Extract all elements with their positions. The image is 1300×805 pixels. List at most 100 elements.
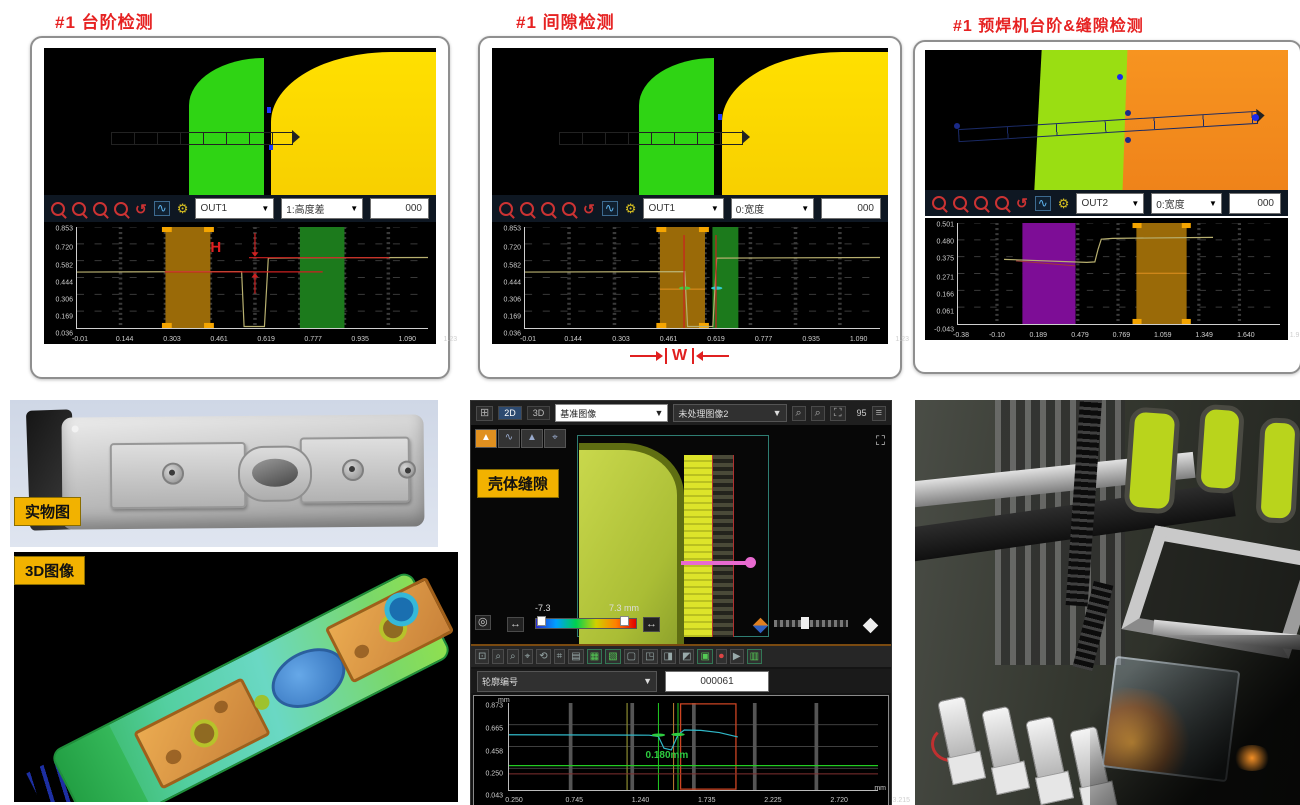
overlay-icon[interactable]: ▧	[605, 649, 620, 664]
scale-handle[interactable]	[537, 616, 546, 626]
export-icon[interactable]: ▣	[697, 649, 712, 664]
measure-roi-arrow[interactable]	[111, 132, 293, 145]
gap-measure-arrow[interactable]	[681, 561, 747, 565]
x-tick: 0.745	[565, 797, 583, 804]
report-icon[interactable]: ▥	[747, 649, 762, 664]
cursor-icon[interactable]: ⌖	[544, 429, 566, 448]
frame-icon[interactable]: ▢	[624, 649, 639, 664]
compare-icon[interactable]: ◩	[679, 649, 694, 664]
zoom-fit-icon[interactable]	[974, 196, 988, 210]
measure-roi-arrow[interactable]	[559, 132, 743, 145]
profile-icon[interactable]: ∿	[154, 201, 170, 216]
zoom-out-icon[interactable]: ⌕	[507, 649, 519, 664]
roi-handle-dot[interactable]	[1125, 110, 1131, 116]
part-corner-image	[579, 443, 684, 644]
scale-handle[interactable]	[620, 616, 629, 626]
roi-rect-purple[interactable]	[1022, 223, 1075, 324]
zoom-in-icon[interactable]	[499, 202, 513, 216]
position-slider[interactable]	[774, 620, 848, 627]
zoom-in-icon[interactable]: ⌕	[492, 649, 504, 664]
zoom-fit-icon[interactable]	[93, 202, 107, 216]
safety-window	[1195, 404, 1245, 495]
mode-select[interactable]: 0:宽度▼	[1151, 193, 1222, 214]
step-plot-area: H	[76, 227, 428, 329]
target-icon[interactable]: ◎	[475, 615, 491, 630]
mode-select[interactable]: 1:高度差▼	[281, 198, 363, 219]
mode-select[interactable]: 0:宽度▼	[731, 198, 814, 219]
zoom-in-icon[interactable]	[51, 202, 65, 216]
settings-gear-icon[interactable]: ⚙	[177, 202, 189, 215]
zoom-in-icon[interactable]	[932, 196, 946, 210]
zoom-fit-icon[interactable]	[541, 202, 555, 216]
output-select[interactable]: OUT1▼	[643, 198, 723, 219]
layer-icon[interactable]: ▦	[587, 649, 602, 664]
preweld-panel: ↺ ∿ ⚙ OUT2▼ 0:宽度▼ 000 0.501 0.480 0.375 …	[913, 40, 1300, 374]
zoom-out-icon[interactable]	[72, 202, 86, 216]
zoom-out-icon[interactable]: ⌕	[811, 406, 825, 421]
expand-icon[interactable]: ⛶	[876, 433, 885, 449]
x-tick: 0.303	[612, 336, 630, 343]
height-annotation: H	[210, 239, 221, 256]
step-panel: ↺ ∿ ⚙ OUT1▼ 1:高度差▼ 000 0.853 0.720 0.582…	[30, 36, 450, 379]
pan-icon[interactable]: ⌖	[522, 649, 534, 664]
zoom-area-icon[interactable]	[114, 202, 128, 216]
roi-handle-dot[interactable]	[1125, 137, 1131, 143]
roi-rect-orange[interactable]	[660, 227, 705, 328]
undo-icon[interactable]: ↺	[135, 202, 147, 216]
slider-handle[interactable]	[801, 617, 809, 629]
histogram-icon[interactable]: ∿	[498, 429, 520, 448]
color-scale-bar[interactable]	[535, 618, 637, 629]
user-icon[interactable]: ≡	[872, 406, 886, 421]
y-tick: 0.582	[44, 262, 73, 269]
app-image-view: ▲ ∿ ▲ ⌖ 壳体缝隙 ⛶ ◎ ↔ -7.3 7.3 mm ↔	[471, 425, 891, 646]
settings-gear-icon[interactable]: ⚙	[1058, 197, 1070, 210]
roi-rect-orange[interactable]	[165, 227, 210, 328]
grid-icon[interactable]: ▤	[568, 649, 583, 664]
profile-icon[interactable]: ∿	[602, 201, 618, 216]
select-icon[interactable]: ⊡	[475, 649, 489, 664]
play-icon[interactable]: ▶	[730, 649, 744, 664]
tab-3d[interactable]: 3D	[527, 406, 551, 420]
roi-handle-dot[interactable]	[954, 123, 960, 129]
zoom-out-icon[interactable]	[953, 196, 967, 210]
tab-2d[interactable]: 2D	[498, 406, 522, 420]
contour-select[interactable]: 轮廓编号▼	[477, 671, 657, 692]
range-left-icon[interactable]: ↔	[507, 617, 524, 632]
value-field[interactable]: 000	[1229, 193, 1281, 214]
undo-icon[interactable]: ↺	[1016, 196, 1028, 210]
palette-icon[interactable]: ▲	[475, 429, 497, 448]
zoom-in-icon[interactable]: ⌕	[792, 406, 806, 421]
measure-hatch-band	[712, 455, 734, 637]
profile-icon[interactable]: ∿	[1035, 196, 1051, 211]
split-icon[interactable]: ◨	[661, 649, 676, 664]
undo-icon[interactable]: ↺	[583, 202, 595, 216]
settings-gear-icon[interactable]: ⚙	[625, 202, 637, 215]
measure-icon[interactable]: ⌗	[554, 649, 566, 664]
marker-diamond-icon[interactable]	[863, 618, 879, 634]
rotate-icon[interactable]: ⟲	[536, 649, 550, 664]
zoom-area-icon[interactable]	[562, 202, 576, 216]
fit-screen-icon[interactable]: ⛶	[830, 406, 846, 421]
edge-speck	[718, 114, 722, 120]
image-select[interactable]: 基准图像▼	[555, 404, 668, 422]
zoom-out-icon[interactable]	[520, 202, 534, 216]
grid-icon[interactable]: ⊞	[476, 406, 493, 421]
x-tick: -0.38	[953, 332, 969, 339]
real-part-photo: 实物图	[10, 400, 438, 547]
y-tick: 0.501	[925, 222, 954, 229]
y-tick: 0.853	[492, 226, 521, 233]
zoom-area-icon[interactable]	[995, 196, 1009, 210]
output-select[interactable]: OUT2▼	[1076, 193, 1144, 214]
height-map-icon[interactable]: ▲	[521, 429, 543, 448]
x-tick: 0.144	[116, 336, 134, 343]
contour-number-field[interactable]: 000061	[665, 671, 769, 692]
value-field[interactable]: 000	[821, 198, 881, 219]
chevron-down-icon: ▼	[711, 204, 719, 213]
range-right-icon[interactable]: ↔	[643, 617, 660, 632]
process-image-select[interactable]: 未处理图像2▼	[673, 404, 786, 422]
record-icon[interactable]: ⏺	[716, 649, 727, 664]
roi-rect-green[interactable]	[300, 227, 345, 328]
mask-icon[interactable]: ◳	[642, 649, 657, 664]
value-field[interactable]: 000	[370, 198, 429, 219]
output-select[interactable]: OUT1▼	[195, 198, 274, 219]
